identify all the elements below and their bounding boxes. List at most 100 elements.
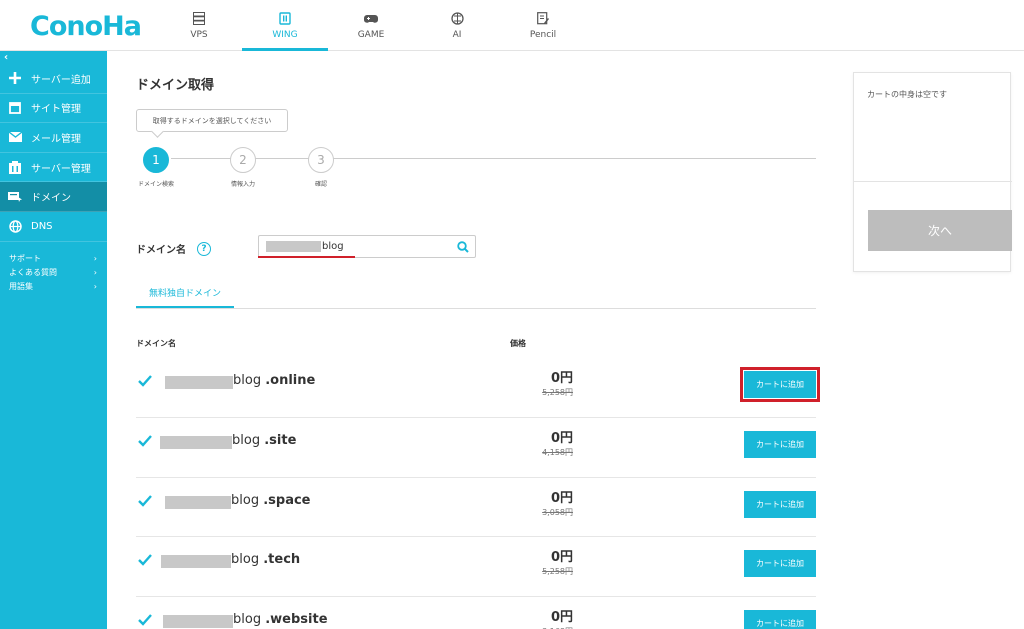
domain-row: blog .space 0円 3,058円 カートに追加	[136, 481, 816, 541]
original-price: 4,158円	[542, 448, 573, 457]
nav-label: GAME	[357, 29, 385, 40]
tab-divider	[136, 308, 816, 309]
domain-name: blog .space	[231, 493, 311, 508]
row-divider	[136, 417, 816, 418]
price-value: 0円	[550, 371, 573, 386]
search-icon[interactable]	[457, 241, 469, 253]
check-icon	[138, 435, 152, 447]
column-header-domain: ドメイン名	[136, 339, 176, 348]
row-divider	[136, 477, 816, 478]
sidebar-link-support[interactable]: サポート ›	[0, 252, 107, 266]
help-icon[interactable]: ?	[197, 241, 211, 256]
domain-search-box[interactable]: blog	[258, 235, 476, 258]
domain-row: blog .website 0円3,168円 カートに追加	[136, 600, 816, 629]
conoha-logo[interactable]: ConoHa	[30, 11, 142, 42]
redacted-block	[165, 496, 231, 509]
domain-suffix: .website	[265, 612, 328, 627]
step-circle: 3	[308, 147, 334, 173]
wing-icon	[278, 12, 292, 26]
sidebar-item-server[interactable]: サーバー管理	[0, 153, 107, 183]
nav-label: Pencil	[529, 29, 557, 40]
sidebar-link-glossary[interactable]: 用語集 ›	[0, 280, 107, 294]
server-manage-icon	[8, 160, 22, 174]
domain-suffix: .online	[265, 373, 316, 388]
nav-pencil[interactable]: Pencil	[500, 0, 586, 51]
sidebar-item-mail[interactable]: メール管理	[0, 123, 107, 153]
domain-row: blog .site 0円 4,158円 カートに追加	[136, 421, 816, 481]
domain-name: blog .online	[233, 373, 315, 388]
nav-label: AI	[452, 29, 462, 40]
sidebar-collapse-button[interactable]: ‹	[0, 51, 107, 64]
annotation-underline	[258, 256, 355, 258]
domain-name-label: ドメイン名 ?	[136, 241, 211, 256]
price-cell: 0円 5,258円	[542, 367, 573, 398]
add-to-cart-button[interactable]: カートに追加	[744, 610, 816, 629]
tab-free-domain[interactable]: 無料独自ドメイン	[136, 279, 234, 309]
next-button[interactable]: 次へ	[868, 210, 1012, 251]
server-icon	[192, 12, 206, 26]
row-divider	[136, 596, 816, 597]
top-nav: VPS WING GAME AI Pencil	[156, 0, 586, 51]
nav-game[interactable]: GAME	[328, 0, 414, 51]
step-tooltip: 取得するドメインを選択してください	[136, 109, 288, 132]
domain-name: blog .site	[232, 433, 296, 448]
sidebar-link-faq[interactable]: よくある質問 ›	[0, 266, 107, 280]
sidebar-item-label: サーバー追加	[31, 74, 91, 86]
original-price: 5,258円	[542, 567, 573, 576]
top-header: ConoHa VPS WING GAME AI Pencil	[0, 0, 1024, 51]
sidebar-item-label: ドメイン	[31, 193, 71, 205]
domain-icon	[8, 190, 22, 204]
plus-icon	[8, 71, 22, 85]
sidebar-links: サポート › よくある質問 › 用語集 ›	[0, 242, 107, 294]
link-label: サポート	[9, 253, 41, 263]
cart-divider	[854, 181, 1012, 182]
sidebar-item-label: DNS	[31, 220, 53, 232]
add-to-cart-button[interactable]: カートに追加	[744, 431, 816, 458]
original-price: 5,258円	[542, 388, 573, 397]
main-content: ドメイン取得 取得するドメインを選択してください 1 ドメイン検索 2 情報入力…	[107, 51, 837, 629]
sidebar-item-label: サーバー管理	[31, 163, 91, 175]
logo-text: ConoHa	[30, 11, 142, 42]
cart-empty-text: カートの中身は空です	[867, 90, 947, 99]
globe-icon	[8, 219, 22, 233]
nav-wing[interactable]: WING	[242, 0, 328, 51]
chevron-right-icon: ›	[93, 253, 97, 263]
column-header-price: 価格	[510, 339, 526, 348]
check-icon	[138, 495, 152, 507]
sidebar-item-label: サイト管理	[31, 104, 81, 116]
add-to-cart-button[interactable]: カートに追加	[744, 550, 816, 577]
gamepad-icon	[364, 12, 378, 26]
redacted-block	[161, 555, 231, 568]
price-cell: 0円3,168円	[542, 606, 573, 629]
domain-suffix: .site	[264, 433, 297, 448]
sidebar-item-add-server[interactable]: サーバー追加	[0, 64, 107, 94]
nav-ai[interactable]: AI	[414, 0, 500, 51]
step-label: ドメイン検索	[137, 181, 174, 188]
domain-suffix: .tech	[263, 552, 301, 567]
price-value: 0円	[550, 491, 573, 506]
step-circle: 1	[143, 147, 169, 173]
price-value: 0円	[550, 431, 573, 446]
sidebar: ‹ サーバー追加 サイト管理 メール管理 サーバー管理 ドメイン DNS サポー…	[0, 51, 107, 629]
nav-vps[interactable]: VPS	[156, 0, 242, 51]
domain-name: blog .tech	[231, 552, 300, 567]
domain-suffix: .space	[263, 493, 311, 508]
nav-label: VPS	[190, 29, 208, 40]
add-to-cart-button[interactable]: カートに追加	[744, 491, 816, 518]
price-value: 0円	[550, 610, 573, 625]
add-to-cart-button[interactable]: カートに追加	[740, 367, 820, 402]
sidebar-item-domain[interactable]: ドメイン	[0, 182, 107, 212]
nav-label: WING	[272, 29, 298, 40]
label-text: ドメイン名	[136, 245, 186, 256]
mail-icon	[8, 130, 22, 144]
step-3: 3 確認	[291, 147, 351, 188]
sidebar-item-site[interactable]: サイト管理	[0, 94, 107, 124]
chevron-right-icon: ›	[93, 267, 97, 277]
sidebar-item-dns[interactable]: DNS	[0, 212, 107, 242]
site-icon	[8, 101, 22, 115]
page-title: ドメイン取得	[136, 78, 215, 93]
price-cell: 0円 4,158円	[542, 427, 573, 458]
check-icon	[138, 614, 152, 626]
search-query: blog	[322, 241, 344, 252]
check-icon	[138, 554, 152, 566]
